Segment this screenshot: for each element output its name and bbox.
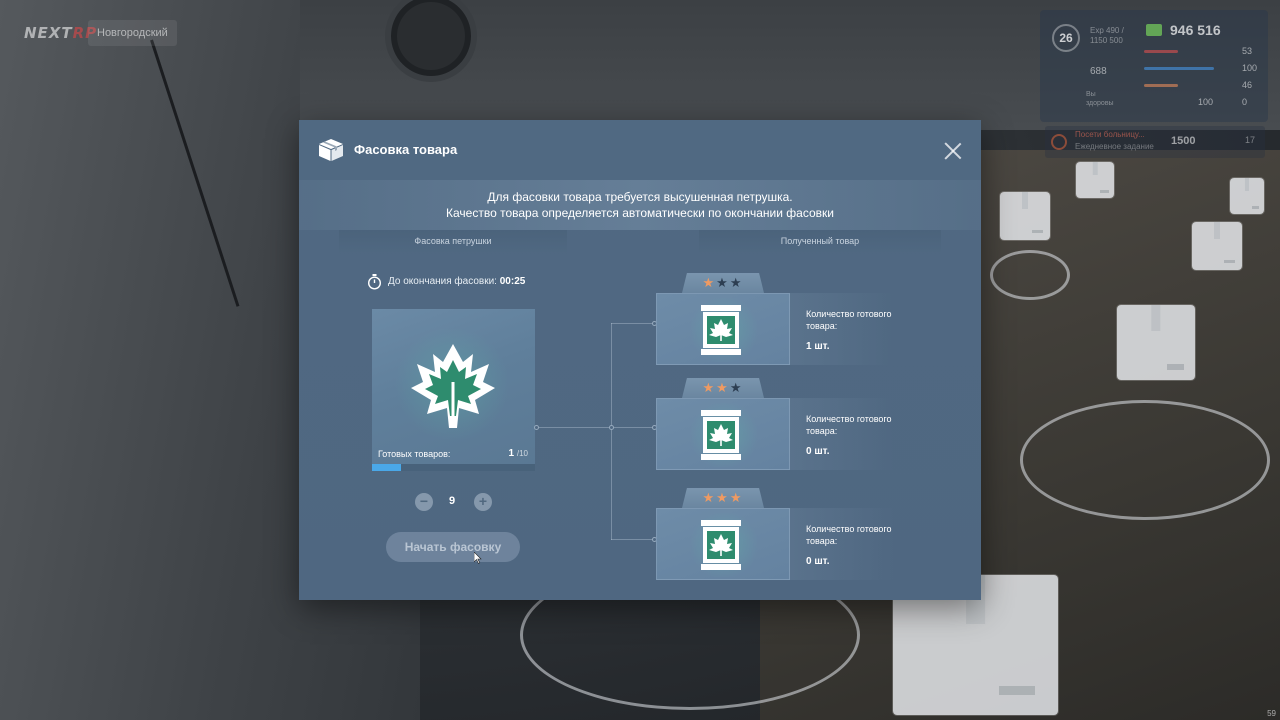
- packing-progress-track: [372, 464, 535, 471]
- star-icon: ★: [702, 490, 717, 505]
- stamina-value: 100: [1242, 63, 1258, 73]
- quest-reward: 1500: [1171, 135, 1196, 147]
- product-card: [656, 508, 790, 580]
- star-icon: ★: [702, 380, 717, 395]
- connector-node: [534, 425, 539, 430]
- quality-stars: ★★★: [682, 490, 764, 506]
- quality-tab: ★★★: [682, 273, 764, 293]
- money-icon: [1146, 24, 1162, 36]
- connector-line: [611, 323, 655, 324]
- product-info: Количество готового товара: 0 шт.: [790, 508, 894, 580]
- armor-value: 0: [1242, 97, 1248, 107]
- product-count-label: Количество готового товара:: [806, 414, 892, 436]
- quality-tab: ★★★: [682, 378, 764, 398]
- product-info: Количество готового товара: 0 шт.: [790, 398, 894, 470]
- star-icon: ★: [702, 275, 717, 290]
- quest-title: Посети больницу...: [1075, 130, 1145, 139]
- quality-stars: ★★★: [682, 275, 764, 291]
- product-count-label: Количество готового товара:: [806, 524, 892, 546]
- product-count-value: 0 шт.: [806, 446, 830, 457]
- decrease-button[interactable]: −: [415, 493, 433, 511]
- packing-progress-fill: [372, 464, 402, 471]
- star-icon: ★: [729, 275, 744, 290]
- quest-icon: [1051, 134, 1067, 150]
- timer-readout: До окончания фасовки: 00:25: [388, 276, 526, 287]
- server-name: Новгородский: [88, 20, 177, 46]
- left-column-title: Фасовка петрушки: [339, 230, 567, 254]
- water-value: 46: [1242, 80, 1253, 90]
- ready-label: Готовых товаров:: [378, 449, 451, 459]
- player-money: 946 516: [1170, 22, 1221, 38]
- fps-counter: 59: [1267, 709, 1276, 718]
- health-status: Вы здоровы: [1086, 91, 1114, 107]
- world-box-icon: [1230, 178, 1264, 214]
- star-icon: ★: [729, 490, 744, 505]
- stamina-bar: [1144, 67, 1214, 70]
- info-line-1: Для фасовки товара требуется высушенная …: [487, 190, 793, 204]
- start-packing-button[interactable]: Начать фасовку: [386, 532, 520, 562]
- water-bar: [1144, 84, 1178, 87]
- product-info: Количество готового товара: 1 шт.: [790, 293, 894, 365]
- star-icon: ★: [729, 380, 744, 395]
- product-tier: ★★★ Количество готового товара: 1 шт.: [656, 273, 894, 365]
- hunger-bar: [1144, 50, 1178, 53]
- right-column-title: Полученный товар: [699, 230, 941, 254]
- car-counter: 688: [1090, 66, 1107, 77]
- hp-value: 100: [1198, 97, 1214, 107]
- world-box-icon: [1076, 162, 1114, 198]
- quality-tab: ★★★: [682, 488, 764, 508]
- mouse-cursor-icon: [474, 552, 482, 564]
- increase-button[interactable]: +: [474, 493, 492, 511]
- timer-value: 00:25: [499, 276, 526, 287]
- floor-marker-ring: [1020, 400, 1270, 520]
- star-icon: ★: [716, 275, 730, 290]
- parsley-pack-icon: [701, 520, 741, 570]
- quality-stars: ★★★: [682, 380, 764, 396]
- player-exp: Exp 490 /1150 500: [1090, 26, 1124, 45]
- modal-title: Фасовка товара: [354, 142, 458, 157]
- packing-modal: Фасовка товара Для фасовки товара требуе…: [299, 120, 981, 600]
- box-icon: [319, 139, 343, 161]
- info-line-2: Качество товара определяется автоматичес…: [446, 206, 834, 220]
- world-box-icon: [1192, 222, 1242, 270]
- connector-line: [536, 427, 654, 428]
- connector-node: [609, 425, 614, 430]
- parsley-pack-icon: [701, 410, 741, 460]
- world-box-icon: [1000, 192, 1050, 240]
- product-tier: ★★★ Количество готового товара: 0 шт.: [656, 378, 894, 470]
- floor-marker-ring: [990, 250, 1070, 300]
- connector-line: [611, 323, 612, 540]
- player-level: 26: [1052, 24, 1080, 52]
- hunger-value: 53: [1242, 46, 1253, 56]
- stopwatch-icon: [367, 274, 382, 290]
- star-icon: ★: [716, 490, 730, 505]
- product-card: [656, 398, 790, 470]
- ready-count: 1 /10: [508, 448, 528, 459]
- product-tier: ★★★ Количество готового товара: 0 шт.: [656, 488, 894, 580]
- star-icon: ★: [716, 380, 730, 395]
- quest-count: 17: [1245, 135, 1256, 145]
- parsley-source-card: Готовых товаров: 1 /10: [372, 309, 535, 471]
- connector-line: [611, 539, 655, 540]
- product-count-label: Количество готового товара:: [806, 309, 892, 331]
- product-count-value: 1 шт.: [806, 341, 830, 352]
- quest-subtitle: Ежедневное задание: [1075, 142, 1154, 151]
- daily-quest[interactable]: Посети больницу... Ежедневное задание 15…: [1045, 126, 1265, 158]
- player-hud: 26 Exp 490 /1150 500 946 516 53 100 46 0…: [1040, 10, 1268, 122]
- modal-header: Фасовка товара: [299, 120, 981, 180]
- product-count-value: 0 шт.: [806, 556, 830, 567]
- product-card: [656, 293, 790, 365]
- game-logo: NEXTRP: [24, 24, 98, 42]
- close-button[interactable]: [942, 140, 964, 162]
- info-banner: Для фасовки товара требуется высушенная …: [299, 180, 981, 230]
- world-box-icon: [1117, 305, 1195, 380]
- quantity-value: 9: [448, 495, 456, 507]
- parsley-pack-icon: [701, 305, 741, 355]
- maple-leaf-icon: [411, 344, 495, 428]
